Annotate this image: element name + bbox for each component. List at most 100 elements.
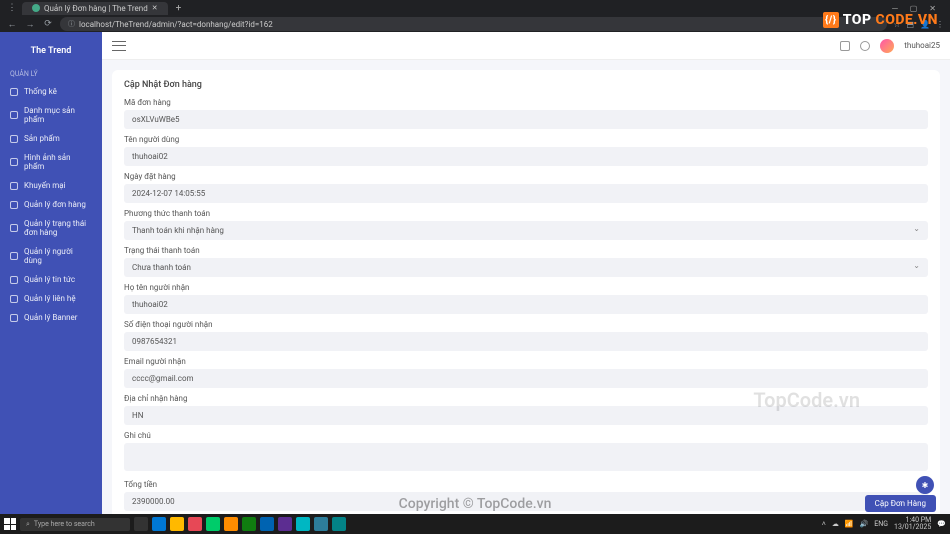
input-receiver[interactable]: [124, 295, 928, 314]
sidebar: The Trend QUẢN LÝ Thống kêDanh mục sản p…: [0, 32, 102, 514]
sidebar-item-icon: [10, 201, 18, 209]
sidebar-item[interactable]: Quản lý Banner: [0, 308, 102, 327]
tray-notifications-icon[interactable]: 💬: [937, 520, 946, 528]
label-pay-status: Trạng thái thanh toán: [124, 246, 928, 255]
dark-mode-icon[interactable]: [860, 41, 870, 51]
sidebar-item-label: Quản lý tin tức: [24, 275, 75, 284]
tab-bar: ⋮ Quản lý Đơn hàng | The Trend ✕ + ─ ▢ ✕: [0, 0, 950, 16]
sidebar-item-icon: [10, 314, 18, 322]
sidebar-item-label: Hình ảnh sản phẩm: [24, 153, 92, 171]
label-pay-method: Phương thức thanh toán: [124, 209, 928, 218]
sidebar-item[interactable]: Quản lý người dùng: [0, 242, 102, 270]
new-tab-button[interactable]: +: [172, 3, 186, 14]
taskbar: ⌕ Type here to search ˄ ☁ 📶 🔊 ENG 1:40 P…: [0, 514, 950, 534]
watermark-brand-left: TOP: [843, 12, 872, 28]
sidebar-item[interactable]: Quản lý tin tức: [0, 270, 102, 289]
task-icon[interactable]: [206, 517, 220, 531]
input-total[interactable]: [124, 492, 928, 511]
task-icon[interactable]: [260, 517, 274, 531]
sidebar-item[interactable]: Quản lý liên hệ: [0, 289, 102, 308]
task-icon[interactable]: [278, 517, 292, 531]
label-phone: Số điện thoại người nhận: [124, 320, 928, 329]
brand-title[interactable]: The Trend: [0, 40, 102, 66]
input-order-code[interactable]: [124, 110, 928, 129]
tray-chevron-icon[interactable]: ˄: [822, 520, 826, 528]
sidebar-item-icon: [10, 111, 18, 119]
label-order-date: Ngày đặt hàng: [124, 172, 928, 181]
tab-menu-icon[interactable]: ⋮: [6, 3, 18, 13]
tray-date: 13/01/2025: [894, 524, 931, 531]
tab-title: Quản lý Đơn hàng | The Trend: [44, 4, 148, 13]
browser-tab[interactable]: Quản lý Đơn hàng | The Trend ✕: [22, 2, 168, 15]
task-icon[interactable]: [224, 517, 238, 531]
input-email[interactable]: [124, 369, 928, 388]
reload-icon[interactable]: ⟳: [42, 19, 54, 29]
system-tray: ˄ ☁ 📶 🔊 ENG 1:40 PM 13/01/2025 💬: [822, 517, 946, 531]
sidebar-item-icon: [10, 158, 18, 166]
task-icon[interactable]: [134, 517, 148, 531]
tray-volume-icon[interactable]: 🔊: [860, 520, 869, 528]
sidebar-item-label: Quản lý đơn hàng: [24, 200, 86, 209]
sidebar-item-icon: [10, 252, 18, 260]
sidebar-item-icon: [10, 182, 18, 190]
sidebar-item-icon: [10, 88, 18, 96]
sidebar-item[interactable]: Sản phẩm: [0, 129, 102, 148]
sidebar-item[interactable]: Thống kê: [0, 82, 102, 101]
sidebar-item-label: Quản lý liên hệ: [24, 294, 76, 303]
sidebar-item[interactable]: Quản lý trạng thái đơn hàng: [0, 214, 102, 242]
card-title: Cập Nhật Đơn hàng: [124, 80, 928, 90]
label-total: Tổng tiền: [124, 480, 928, 489]
content: Cập Nhật Đơn hàng Mã đơn hàng Tên người …: [102, 60, 950, 514]
taskbar-search[interactable]: ⌕ Type here to search: [20, 518, 130, 531]
search-placeholder: Type here to search: [34, 520, 95, 528]
back-icon[interactable]: ←: [6, 19, 18, 30]
app-root: The Trend QUẢN LÝ Thống kêDanh mục sản p…: [0, 32, 950, 514]
fullscreen-icon[interactable]: [840, 41, 850, 51]
hamburger-icon[interactable]: [112, 41, 126, 51]
sidebar-item-icon: [10, 135, 18, 143]
sidebar-item[interactable]: Khuyến mại: [0, 176, 102, 195]
input-username[interactable]: [124, 147, 928, 166]
sidebar-item-label: Thống kê: [24, 87, 57, 96]
select-pay-method[interactable]: [124, 221, 928, 240]
input-phone[interactable]: [124, 332, 928, 351]
url-input[interactable]: ⓘ localhost/TheTrend/admin/?act=donhang/…: [60, 17, 887, 31]
tray-clock[interactable]: 1:40 PM 13/01/2025: [894, 517, 931, 531]
input-order-date[interactable]: [124, 184, 928, 203]
task-icon[interactable]: [152, 517, 166, 531]
sidebar-item-label: Khuyến mại: [24, 181, 66, 190]
tray-wifi-icon[interactable]: 📶: [845, 520, 854, 528]
browser-chrome: ⋮ Quản lý Đơn hàng | The Trend ✕ + ─ ▢ ✕…: [0, 0, 950, 32]
task-icons: [134, 517, 346, 531]
task-icon[interactable]: [170, 517, 184, 531]
sidebar-item[interactable]: Quản lý đơn hàng: [0, 195, 102, 214]
task-icon[interactable]: [332, 517, 346, 531]
sidebar-item[interactable]: Danh mục sản phẩm: [0, 101, 102, 129]
label-email: Email người nhận: [124, 357, 928, 366]
task-icon[interactable]: [296, 517, 310, 531]
sidebar-item[interactable]: Hình ảnh sản phẩm: [0, 148, 102, 176]
tray-lang-icon[interactable]: ENG: [874, 520, 888, 528]
task-icon[interactable]: [188, 517, 202, 531]
submit-button[interactable]: Cập Đơn Hàng: [865, 495, 936, 512]
user-name[interactable]: thuhoai25: [904, 41, 940, 50]
sidebar-item-label: Danh mục sản phẩm: [24, 106, 92, 124]
task-icon[interactable]: [242, 517, 256, 531]
topbar-right: thuhoai25: [840, 39, 940, 53]
input-address[interactable]: [124, 406, 928, 425]
label-order-code: Mã đơn hàng: [124, 98, 928, 107]
select-pay-status[interactable]: [124, 258, 928, 277]
tray-cloud-icon[interactable]: ☁: [832, 520, 839, 528]
close-tab-icon[interactable]: ✕: [152, 4, 158, 12]
sidebar-item-label: Quản lý người dùng: [24, 247, 92, 265]
task-icon[interactable]: [314, 517, 328, 531]
watermark-brand: {/} TOPCODE.VN: [823, 12, 938, 28]
chat-fab-icon[interactable]: ✱: [916, 476, 934, 494]
textarea-note[interactable]: [124, 443, 928, 471]
start-icon[interactable]: [4, 518, 16, 530]
forward-icon[interactable]: →: [24, 19, 36, 30]
site-info-icon: ⓘ: [68, 19, 75, 29]
avatar[interactable]: [880, 39, 894, 53]
sidebar-item-label: Quản lý Banner: [24, 313, 78, 322]
url-text: localhost/TheTrend/admin/?act=donhang/ed…: [79, 20, 273, 29]
